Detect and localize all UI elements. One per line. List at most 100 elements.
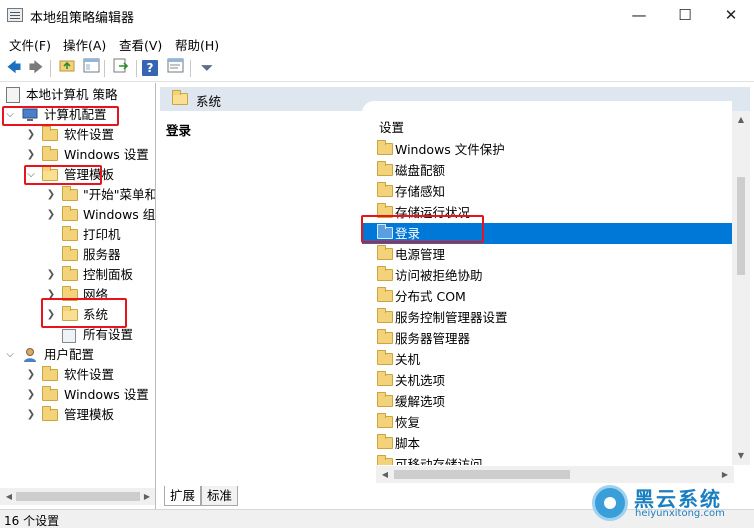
chevron-right-icon[interactable]: ❯ xyxy=(45,305,57,325)
filter-icon[interactable]: ⏷ xyxy=(197,58,217,78)
settings-list-item[interactable]: 存储感知 xyxy=(362,181,732,202)
chevron-right-icon[interactable]: ❯ xyxy=(25,405,37,425)
folder-icon xyxy=(377,224,393,239)
chevron-down-icon[interactable]: ⌵ xyxy=(4,105,16,125)
up-folder-icon[interactable] xyxy=(57,58,77,78)
folder-icon xyxy=(42,126,58,141)
tree-label: 服务器 xyxy=(83,247,121,262)
scrollbar-thumb[interactable] xyxy=(737,177,745,275)
scrollbar-thumb[interactable] xyxy=(394,470,570,479)
tree-horizontal-scrollbar[interactable]: ◀ ▶ xyxy=(0,488,155,505)
help-icon[interactable]: ? xyxy=(142,60,158,76)
tree-node-printers[interactable]: 打印机 xyxy=(0,225,155,245)
menu-action[interactable]: 操作(A) xyxy=(63,35,106,54)
tree-node-user-software[interactable]: ❯ 软件设置 xyxy=(0,365,155,385)
description-title: 登录 xyxy=(166,123,192,138)
settings-list-item[interactable]: 登录 xyxy=(362,223,732,244)
folder-icon xyxy=(377,182,393,197)
settings-list-item[interactable]: 脚本 xyxy=(362,433,732,454)
tree-node-computer-config[interactable]: ⌵ 计算机配置 xyxy=(0,105,155,125)
tree-node-user-admin[interactable]: ❯ 管理模板 xyxy=(0,405,155,425)
tab-standard[interactable]: 标准 xyxy=(201,486,239,506)
tree-node-admin-templates[interactable]: ⌵ 管理模板 xyxy=(0,165,155,185)
chevron-right-icon[interactable]: ❯ xyxy=(25,145,37,165)
scroll-right-icon[interactable]: ▶ xyxy=(716,466,734,484)
chevron-right-icon[interactable]: ❯ xyxy=(25,385,37,405)
menu-bar: 文件(F) 操作(A) 查看(V) 帮助(H) xyxy=(0,31,754,55)
folder-icon xyxy=(377,350,393,365)
folder-icon xyxy=(62,286,78,301)
tree-node-windows-components[interactable]: ❯ Windows 组件 xyxy=(0,205,156,225)
folder-icon xyxy=(377,371,393,386)
tree-node-start-menu[interactable]: ❯ "开始"菜单和 xyxy=(0,185,156,205)
settings-list-item[interactable]: 服务器管理器 xyxy=(362,328,732,349)
folder-open-icon xyxy=(42,166,58,181)
settings-list-item[interactable]: 磁盘配额 xyxy=(362,160,732,181)
tree-node-network[interactable]: ❯ 网络 xyxy=(0,285,155,305)
tree-node-user-config[interactable]: ⌵ 用户配置 xyxy=(0,345,155,365)
tree-node-servers[interactable]: 服务器 xyxy=(0,245,155,265)
settings-list-item[interactable]: Windows 文件保护 xyxy=(362,139,732,160)
settings-list-item[interactable]: 关机选项 xyxy=(362,370,732,391)
menu-file[interactable]: 文件(F) xyxy=(9,35,51,54)
list-vertical-scrollbar[interactable]: ▲ ▼ xyxy=(732,111,750,465)
folder-open-icon xyxy=(62,306,78,321)
settings-list-item-label: 服务器管理器 xyxy=(395,331,471,346)
menu-help[interactable]: 帮助(H) xyxy=(175,35,219,54)
tab-extended[interactable]: 扩展 xyxy=(164,486,202,506)
tree-label: Windows 设置 xyxy=(64,387,149,402)
tree-node-software-settings[interactable]: ❯ 软件设置 xyxy=(0,125,155,145)
show-hide-tree-icon[interactable] xyxy=(81,58,101,78)
settings-list-item[interactable]: 访问被拒绝协助 xyxy=(362,265,732,286)
tree-node-all-settings[interactable]: 所有设置 xyxy=(0,325,155,345)
scroll-down-icon[interactable]: ▼ xyxy=(732,447,750,465)
tree-node-windows-settings[interactable]: ❯ Windows 设置 xyxy=(0,145,155,165)
scroll-up-icon[interactable]: ▲ xyxy=(732,111,750,129)
tree-node-system[interactable]: ❯ 系统 xyxy=(0,305,155,325)
settings-list-item[interactable]: 存储运行状况 xyxy=(362,202,732,223)
column-header-settings[interactable]: 设置 xyxy=(379,117,404,136)
export-list-icon[interactable] xyxy=(111,58,131,78)
tree-label: Windows 设置 xyxy=(64,147,149,162)
chevron-right-icon[interactable]: ❯ xyxy=(45,285,57,305)
tree-node-user-windows[interactable]: ❯ Windows 设置 xyxy=(0,385,155,405)
tree-node-root[interactable]: 本地计算机 策略 xyxy=(0,85,155,105)
maximize-button[interactable]: ☐ xyxy=(662,0,708,31)
settings-list-item[interactable]: 分布式 COM xyxy=(362,286,732,307)
chevron-right-icon[interactable]: ❯ xyxy=(45,205,57,225)
tree-label: Windows 组件 xyxy=(83,207,156,222)
settings-list-item[interactable]: 恢复 xyxy=(362,412,732,433)
tree-label: "开始"菜单和 xyxy=(83,187,156,202)
tree-label: 软件设置 xyxy=(64,367,115,382)
chevron-right-icon[interactable]: ❯ xyxy=(45,185,57,205)
close-button[interactable]: ✕ xyxy=(708,0,754,31)
tree-node-control-panel[interactable]: ❯ 控制面板 xyxy=(0,265,155,285)
chevron-down-icon[interactable]: ⌵ xyxy=(25,165,37,185)
settings-list-item[interactable]: 服务控制管理器设置 xyxy=(362,307,732,328)
settings-list-item-label: 缓解选项 xyxy=(395,394,446,409)
chevron-right-icon[interactable]: ❯ xyxy=(25,125,37,145)
settings-list-item[interactable]: 关机 xyxy=(362,349,732,370)
chevron-right-icon[interactable]: ❯ xyxy=(25,365,37,385)
settings-list-item[interactable]: 缓解选项 xyxy=(362,391,732,412)
menu-view[interactable]: 查看(V) xyxy=(119,35,162,54)
settings-list-item[interactable]: 可移动存储访问 xyxy=(362,454,732,465)
settings-list: 设置 Windows 文件保护 磁盘配额 存储感知 存储运行状况 登录 电源管理 访问被拒绝… xyxy=(362,101,732,465)
folder-icon xyxy=(42,406,58,421)
forward-icon[interactable]: 🡆 xyxy=(26,58,46,78)
chevron-right-icon[interactable]: ❯ xyxy=(45,265,57,285)
minimize-button[interactable]: — xyxy=(616,0,662,31)
chevron-down-icon[interactable]: ⌵ xyxy=(4,345,16,365)
folder-icon xyxy=(377,161,393,176)
list-horizontal-scrollbar[interactable]: ◀ ▶ xyxy=(376,466,734,483)
scroll-left-icon[interactable]: ◀ xyxy=(376,466,394,484)
properties-icon[interactable] xyxy=(165,58,185,78)
folder-icon xyxy=(377,266,393,281)
folder-icon xyxy=(377,140,393,155)
scroll-right-icon[interactable]: ▶ xyxy=(138,488,155,506)
toolbar-separator xyxy=(50,60,51,77)
tree-label: 软件设置 xyxy=(64,127,115,142)
scrollbar-thumb[interactable] xyxy=(16,492,140,501)
settings-list-item[interactable]: 电源管理 xyxy=(362,244,732,265)
back-icon[interactable]: 🡄 xyxy=(4,58,24,78)
